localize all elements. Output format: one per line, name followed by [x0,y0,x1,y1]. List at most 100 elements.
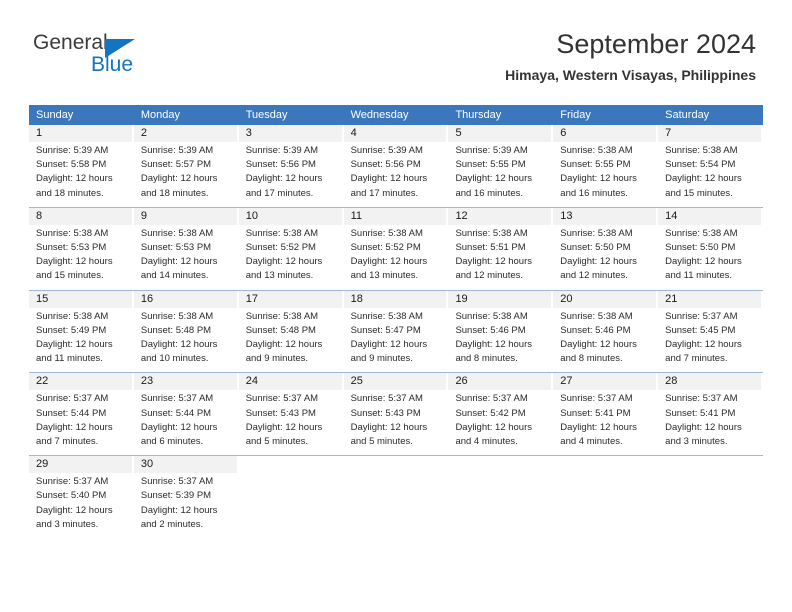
day-details: Sunrise: 5:38 AM Sunset: 5:50 PM Daylight:… [553,225,656,284]
day-number [239,456,342,473]
week-inner: 22 Sunrise: 5:37 AM Sunset: 5:44 PM Dayligh… [29,373,763,449]
day-detail-line: Sunrise: 5:38 AM [350,310,423,322]
week-row: 22 Sunrise: 5:37 AM Sunset: 5:44 PM Dayligh… [29,372,763,455]
day-detail-line: Sunrise: 5:39 AM [350,145,423,156]
day-detail-line: Sunrise: 5:37 AM [36,393,109,405]
day-number: 5 [448,125,552,142]
day-detail-line: Sunset: 5:44 PM [36,407,107,419]
day-cell-23[interactable]: 23 Sunrise: 5:37 AM Sunset: 5:44 PM Dayligh… [133,373,239,449]
day-detail-line: Daylight: 12 hours [36,504,113,516]
day-detail-line: and 12 minutes. [560,270,628,282]
day-detail-line: Sunset: 5:55 PM [560,159,631,171]
day-details: Sunrise: 5:39 AM Sunset: 5:58 PM Daylight:… [29,142,132,201]
day-cell-1[interactable]: 1 Sunrise: 5:39 AM Sunset: 5:58 PM Daylight… [29,125,134,201]
day-detail-line: and 15 minutes. [36,270,104,282]
day-cell-empty [448,456,553,532]
day-cell-20[interactable]: 20 Sunrise: 5:38 AM Sunset: 5:46 PM Dayligh… [553,290,658,367]
week-inner: 15 Sunrise: 5:38 AM Sunset: 5:49 PM Dayligh… [29,290,763,367]
day-cell-14[interactable]: 14 Sunrise: 5:38 AM Sunset: 5:50 PM Dayligh… [658,207,763,284]
day-detail-line: Sunset: 5:54 PM [665,159,736,171]
day-number: 16 [133,290,237,308]
day-cell-17[interactable]: 17 Sunrise: 5:38 AM Sunset: 5:48 PM Dayligh… [238,290,344,367]
day-detail-line: Sunset: 5:53 PM [140,242,212,254]
day-detail-line: Sunrise: 5:39 AM [245,145,319,156]
week-row: 15 Sunrise: 5:38 AM Sunset: 5:49 PM Dayligh… [29,289,763,373]
day-detail-line: Daylight: 12 hours [350,256,428,268]
day-number: 1 [29,125,132,142]
day-detail-line: Sunrise: 5:38 AM [455,227,528,239]
day-cell-16[interactable]: 16 Sunrise: 5:38 AM Sunset: 5:48 PM Dayligh… [133,290,239,367]
day-number: 20 [553,290,657,308]
day-cell-19[interactable]: 19 Sunrise: 5:38 AM Sunset: 5:46 PM Dayligh… [448,290,553,367]
day-cell-4[interactable]: 4 Sunrise: 5:39 AM Sunset: 5:56 PM Daylight… [343,125,449,201]
day-details: Sunrise: 5:37 AM Sunset: 5:43 PM Daylight:… [239,390,342,449]
day-details: Sunrise: 5:38 AM Sunset: 5:50 PM Daylight:… [658,225,761,284]
day-cell-15[interactable]: 15 Sunrise: 5:38 AM Sunset: 5:49 PM Dayligh… [29,290,134,367]
day-cell-11[interactable]: 11 Sunrise: 5:38 AM Sunset: 5:52 PM Dayligh… [343,207,449,284]
day-detail-line: Sunset: 5:57 PM [140,159,212,171]
day-detail-line: Sunset: 5:48 PM [245,324,316,336]
day-detail-line: Sunset: 5:45 PM [665,324,736,336]
day-detail-line: and 7 minutes. [665,353,728,365]
day-cell-28[interactable]: 28 Sunrise: 5:37 AM Sunset: 5:41 PM Dayligh… [658,373,763,449]
day-detail-line: Daylight: 12 hours [665,173,742,185]
week-row: 1 Sunrise: 5:39 AM Sunset: 5:58 PM Daylight… [29,125,763,207]
day-detail-line: Daylight: 12 hours [455,339,533,351]
day-cell-8[interactable]: 8 Sunrise: 5:38 AM Sunset: 5:53 PM Daylight… [29,207,134,284]
day-detail-line: and 16 minutes. [455,187,524,199]
day-detail-line: Daylight: 12 hours [350,173,428,185]
day-details [448,473,551,475]
day-detail-line: Sunrise: 5:38 AM [245,310,319,322]
day-detail-line: Sunset: 5:53 PM [36,242,107,254]
day-cell-30[interactable]: 30 Sunrise: 5:37 AM Sunset: 5:39 PM Dayligh… [133,456,239,532]
day-number: 25 [343,373,447,391]
page-title: September 2024 [556,29,756,59]
day-number: 4 [343,125,447,142]
day-cell-26[interactable]: 26 Sunrise: 5:37 AM Sunset: 5:42 PM Dayligh… [448,373,553,449]
week-inner: 8 Sunrise: 5:38 AM Sunset: 5:53 PM Daylight… [29,207,763,284]
day-cell-3[interactable]: 3 Sunrise: 5:39 AM Sunset: 5:56 PM Daylight… [238,125,344,201]
day-detail-line: Sunset: 5:52 PM [350,242,421,254]
day-detail-line: and 13 minutes. [245,270,314,282]
day-number: 6 [553,125,657,142]
day-details [344,473,447,475]
day-details: Sunrise: 5:38 AM Sunset: 5:55 PM Daylight:… [553,142,656,201]
day-detail-line: and 7 minutes. [36,436,99,448]
day-detail-line: and 4 minutes. [455,436,518,448]
day-details: Sunrise: 5:37 AM Sunset: 5:41 PM Daylight:… [553,390,656,449]
day-cell-24[interactable]: 24 Sunrise: 5:37 AM Sunset: 5:43 PM Dayligh… [238,373,344,449]
day-details: Sunrise: 5:38 AM Sunset: 5:52 PM Daylight:… [344,225,447,284]
day-number: 26 [448,373,552,391]
day-detail-line: and 4 minutes. [560,436,623,448]
weekday-header-wednesday: Wednesday [350,109,409,121]
general-blue-logo[interactable]: General Blue [33,32,233,82]
day-detail-line: Daylight: 12 hours [350,339,428,351]
day-cell-29[interactable]: 29 Sunrise: 5:37 AM Sunset: 5:40 PM Dayligh… [29,456,134,532]
day-detail-line: and 6 minutes. [140,436,204,448]
day-cell-27[interactable]: 27 Sunrise: 5:37 AM Sunset: 5:41 PM Dayligh… [553,373,658,449]
day-number: 12 [448,207,552,225]
day-cell-12[interactable]: 12 Sunrise: 5:38 AM Sunset: 5:51 PM Dayligh… [448,207,553,284]
day-cell-25[interactable]: 25 Sunrise: 5:37 AM Sunset: 5:43 PM Dayligh… [343,373,449,449]
day-details: Sunrise: 5:37 AM Sunset: 5:44 PM Daylight:… [29,390,132,449]
day-cell-6[interactable]: 6 Sunrise: 5:38 AM Sunset: 5:55 PM Daylight… [553,125,658,201]
day-cell-2[interactable]: 2 Sunrise: 5:39 AM Sunset: 5:57 PM Daylight… [133,125,239,201]
day-cell-5[interactable]: 5 Sunrise: 5:39 AM Sunset: 5:55 PM Daylight… [448,125,553,201]
day-number: 30 [133,456,237,474]
day-cell-13[interactable]: 13 Sunrise: 5:38 AM Sunset: 5:50 PM Dayligh… [553,207,658,284]
day-cell-10[interactable]: 10 Sunrise: 5:38 AM Sunset: 5:52 PM Dayligh… [238,207,344,284]
day-cell-7[interactable]: 7 Sunrise: 5:38 AM Sunset: 5:54 PM Daylight… [658,125,763,201]
day-detail-line: and 17 minutes. [350,187,419,199]
day-cell-21[interactable]: 21 Sunrise: 5:37 AM Sunset: 5:45 PM Dayligh… [658,290,763,367]
day-detail-line: and 3 minutes. [665,436,728,448]
day-cell-9[interactable]: 9 Sunrise: 5:38 AM Sunset: 5:53 PM Daylight… [133,207,239,284]
day-number: 22 [29,373,132,391]
day-cell-empty [239,456,344,532]
day-cell-22[interactable]: 22 Sunrise: 5:37 AM Sunset: 5:44 PM Dayligh… [29,373,134,449]
day-details: Sunrise: 5:37 AM Sunset: 5:44 PM Daylight:… [134,390,237,449]
day-details: Sunrise: 5:38 AM Sunset: 5:53 PM Daylight:… [134,225,237,284]
day-details: Sunrise: 5:39 AM Sunset: 5:56 PM Daylight:… [239,142,342,201]
day-cell-18[interactable]: 18 Sunrise: 5:38 AM Sunset: 5:47 PM Dayligh… [343,290,449,367]
day-number: 17 [238,290,342,308]
day-detail-line: Sunset: 5:43 PM [350,407,421,419]
